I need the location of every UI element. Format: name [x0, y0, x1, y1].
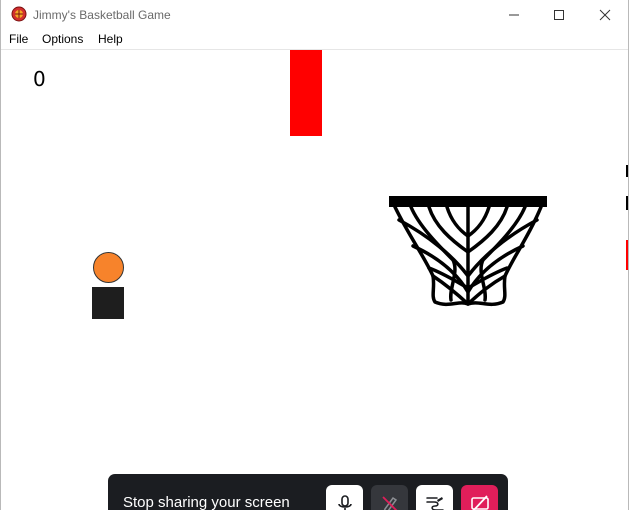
maximize-icon: [554, 10, 564, 20]
player-block: [92, 287, 124, 319]
microphone-icon: [338, 495, 352, 510]
minimize-icon: [509, 14, 519, 16]
basketball: [93, 252, 124, 283]
menu-options[interactable]: Options: [42, 32, 83, 46]
red-paddle: [290, 50, 322, 136]
draw-button[interactable]: [416, 485, 453, 510]
basketball-hoop: [389, 196, 547, 307]
game-window: Jimmy's Basketball Game File Options Hel…: [0, 0, 629, 510]
score-counter: 0: [33, 67, 46, 91]
basketball-app-icon: [11, 6, 27, 22]
drawing-toggle-button[interactable]: [371, 485, 408, 510]
stop-sharing-label[interactable]: Stop sharing your screen: [123, 494, 290, 510]
stop-share-icon: [471, 495, 489, 510]
edge-artifact: [626, 196, 628, 210]
screen-share-toolbar: Stop sharing your screen: [108, 474, 508, 510]
edge-artifact: [626, 240, 628, 270]
title-bar[interactable]: Jimmy's Basketball Game: [1, 0, 628, 30]
edge-artifact: [626, 165, 628, 177]
menu-help[interactable]: Help: [98, 32, 123, 46]
draw-scribble-icon: [426, 497, 444, 510]
maximize-button[interactable]: [536, 0, 582, 30]
game-canvas[interactable]: 0: [1, 50, 628, 510]
microphone-button[interactable]: [326, 485, 363, 510]
pen-off-icon: [382, 496, 398, 510]
menu-file[interactable]: File: [9, 32, 28, 46]
close-icon: [599, 9, 611, 21]
menu-bar: File Options Help: [1, 30, 628, 50]
minimize-button[interactable]: [491, 0, 537, 30]
close-button[interactable]: [582, 0, 628, 30]
window-title: Jimmy's Basketball Game: [33, 8, 171, 22]
stop-share-button[interactable]: [461, 485, 498, 510]
